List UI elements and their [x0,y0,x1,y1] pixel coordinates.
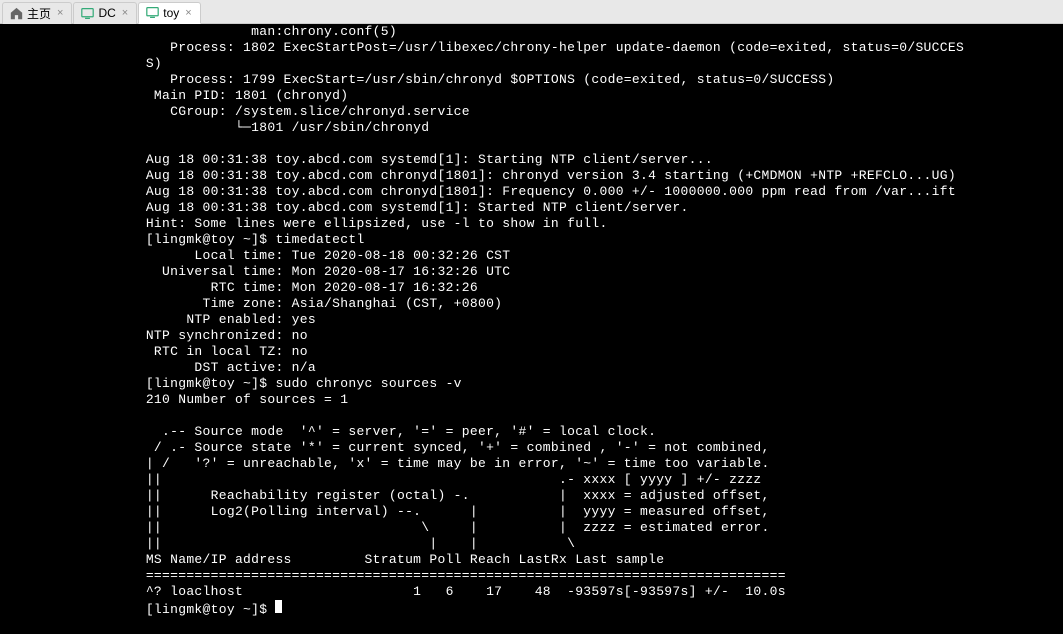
terminal-padding [0,440,146,455]
terminal-padding [0,200,146,215]
terminal-line: .-- Source mode '^' = server, '=' = peer… [146,424,656,439]
close-icon[interactable]: × [57,7,63,19]
terminal-line: || Log2(Polling interval) --. | | yyyy =… [146,504,770,519]
terminal-padding [0,602,146,617]
terminal-line: ========================================… [146,568,786,583]
terminal-line: Main PID: 1801 (chronyd) [146,88,349,103]
terminal-line: DST active: n/a [146,360,316,375]
terminal-line: Universal time: Mon 2020-08-17 16:32:26 … [146,264,511,279]
terminal-line: NTP synchronized: no [146,328,308,343]
tab-toy[interactable]: toy × [138,2,200,24]
terminal-padding [0,328,146,343]
terminal-line: Local time: Tue 2020-08-18 00:32:26 CST [146,248,511,263]
terminal-line: CGroup: /system.slice/chronyd.service [146,104,470,119]
terminal-line: RTC in local TZ: no [146,344,308,359]
terminal-content: man:chrony.conf(5) Process: 1802 ExecSta… [0,24,1063,618]
terminal-line: [lingmk@toy ~]$ sudo chronyc sources -v [146,376,462,391]
terminal-line: 210 Number of sources = 1 [146,392,349,407]
terminal-line: || .- xxxx [ yyyy ] +/- zzzz [146,472,762,487]
terminal-padding [0,72,146,87]
terminal-padding [0,216,146,231]
terminal-line: man:chrony.conf(5) [146,24,397,39]
terminal-padding [0,88,146,103]
terminal-cursor [275,600,282,613]
tab-label: 主页 [27,5,51,22]
terminal-line: | / '?' = unreachable, 'x' = time may be… [146,456,770,471]
tab-label: toy [163,6,179,20]
terminal-padding [0,408,146,423]
terminal-padding [0,568,146,583]
terminal-line: [lingmk@toy ~]$ [146,602,276,617]
terminal-padding [0,584,146,599]
terminal-padding [0,552,146,567]
terminal-padding [0,168,146,183]
terminal-padding [0,120,146,135]
terminal-line: || Reachability register (octal) -. | xx… [146,488,770,503]
terminal-line: Hint: Some lines were ellipsized, use -l… [146,216,608,231]
terminal-padding [0,232,146,247]
terminal-line: Aug 18 00:31:38 toy.abcd.com systemd[1]:… [146,200,689,215]
terminal[interactable]: man:chrony.conf(5) Process: 1802 ExecSta… [0,24,1063,634]
terminal-padding [0,392,146,407]
terminal-padding [0,248,146,263]
terminal-line: Aug 18 00:31:38 toy.abcd.com chronyd[180… [146,184,956,199]
terminal-line: S) [146,56,162,71]
terminal-padding [0,536,146,551]
terminal-padding [0,24,146,39]
terminal-padding [0,184,146,199]
terminal-padding [0,344,146,359]
monitor-icon [80,6,94,20]
tab-dc[interactable]: DC × [73,2,137,24]
terminal-padding [0,280,146,295]
terminal-line: ^? loaclhost 1 6 17 48 -93597s[-93597s] … [146,584,786,599]
terminal-padding [0,152,146,167]
terminal-line: Process: 1802 ExecStartPost=/usr/libexec… [146,40,964,55]
terminal-padding [0,360,146,375]
terminal-padding [0,456,146,471]
terminal-line: └─1801 /usr/sbin/chronyd [146,120,430,135]
terminal-padding [0,520,146,535]
terminal-line: || | | \ [146,536,575,551]
terminal-padding [0,104,146,119]
terminal-line: Time zone: Asia/Shanghai (CST, +0800) [146,296,502,311]
terminal-padding [0,488,146,503]
terminal-padding [0,264,146,279]
terminal-padding [0,376,146,391]
terminal-line: || \ | | zzzz = estimated error. [146,520,770,535]
terminal-line: Aug 18 00:31:38 toy.abcd.com chronyd[180… [146,168,956,183]
terminal-padding [0,136,146,151]
terminal-line: [lingmk@toy ~]$ timedatectl [146,232,365,247]
terminal-line: / .- Source state '*' = current synced, … [146,440,770,455]
terminal-line: MS Name/IP address Stratum Poll Reach La… [146,552,664,567]
tab-home[interactable]: 主页 × [2,2,72,24]
home-icon [9,6,23,20]
terminal-padding [0,56,146,71]
terminal-line: RTC time: Mon 2020-08-17 16:32:26 [146,280,478,295]
terminal-line: Aug 18 00:31:38 toy.abcd.com systemd[1]:… [146,152,713,167]
terminal-padding [0,424,146,439]
terminal-padding [0,40,146,55]
close-icon[interactable]: × [185,7,191,19]
terminal-padding [0,472,146,487]
monitor-icon [145,6,159,20]
terminal-padding [0,312,146,327]
terminal-line: Process: 1799 ExecStart=/usr/sbin/chrony… [146,72,835,87]
terminal-line: NTP enabled: yes [146,312,316,327]
terminal-padding [0,504,146,519]
close-icon[interactable]: × [122,7,128,19]
tab-bar: 主页 × DC × toy × [0,0,1063,24]
terminal-padding [0,296,146,311]
tab-label: DC [98,6,115,20]
